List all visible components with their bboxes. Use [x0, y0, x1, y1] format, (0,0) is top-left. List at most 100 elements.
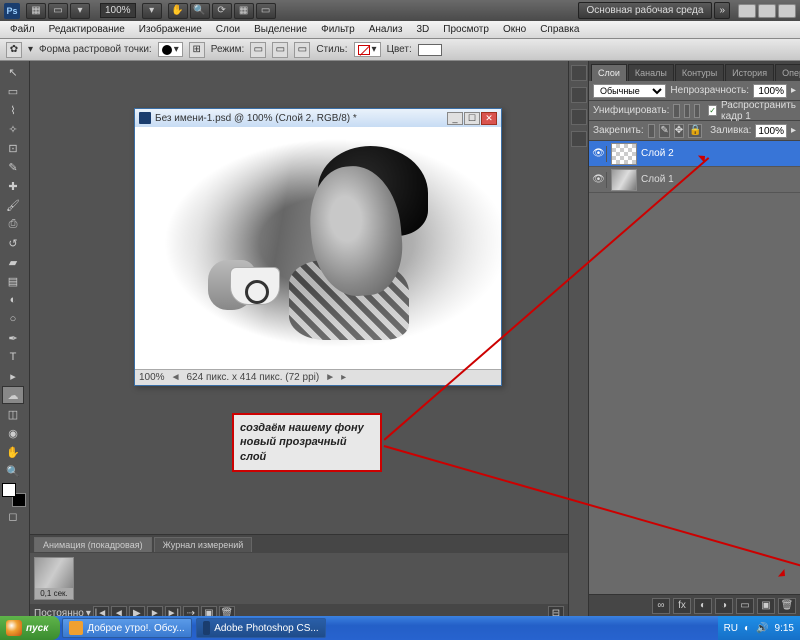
visibility-toggle[interactable]: 👁 — [591, 146, 607, 162]
color-panel-icon[interactable] — [571, 65, 587, 81]
menu-image[interactable]: Изображение — [133, 22, 208, 37]
menu-filter[interactable]: Фильтр — [315, 22, 361, 37]
visibility-toggle[interactable]: 👁 — [591, 172, 607, 188]
tab-layers[interactable]: Слои — [591, 64, 627, 81]
language-indicator[interactable]: RU — [724, 623, 738, 634]
eyedropper-tool[interactable]: ✎ — [2, 158, 24, 176]
arrange-docs-button[interactable]: ▦ — [234, 3, 254, 19]
brush-tool[interactable]: 🖌 — [2, 196, 24, 214]
status-menu-icon[interactable]: ▸ — [341, 372, 346, 383]
measurement-log-tab[interactable]: Журнал измерений — [154, 537, 253, 552]
zoom-tool-button[interactable]: 🔍 — [190, 3, 210, 19]
lock-position-icon[interactable]: ✥ — [674, 124, 684, 138]
taskbar-item-browser[interactable]: Доброе утро!. Обсу... — [62, 618, 191, 638]
move-tool[interactable]: ↖ — [2, 63, 24, 81]
adjustment-layer-button[interactable]: ◑ — [715, 598, 733, 614]
propagate-checkbox[interactable]: ✓ — [708, 105, 717, 116]
screen-mode-button[interactable]: ▭ — [256, 3, 276, 19]
start-button[interactable]: пуск — [0, 616, 60, 640]
animation-frame-1[interactable]: 0,1 сек. — [34, 557, 74, 600]
zoom-dropdown-icon[interactable]: ▾ — [142, 3, 162, 19]
view-extras-button[interactable]: ▾ — [70, 3, 90, 19]
stamp-tool[interactable]: ⎙ — [2, 215, 24, 233]
3d-tool[interactable]: ◫ — [2, 405, 24, 423]
layer-row[interactable]: 👁 Слой 1 — [589, 167, 800, 193]
zoom-tool[interactable]: 🔍 — [2, 462, 24, 480]
tray-icon[interactable]: 🔊 — [756, 623, 768, 634]
blur-tool[interactable]: ◐ — [2, 291, 24, 309]
menu-view[interactable]: Просмотр — [437, 22, 495, 37]
new-layer-button[interactable]: ▣ — [757, 598, 775, 614]
minimize-button[interactable] — [738, 4, 756, 18]
layer-style-button[interactable]: fx — [673, 598, 691, 614]
menu-help[interactable]: Справка — [534, 22, 585, 37]
style-picker[interactable]: ▾ — [354, 42, 381, 57]
pen-tool[interactable]: ✒ — [2, 329, 24, 347]
fill-input[interactable]: 100% — [755, 124, 787, 138]
clock[interactable]: 9:15 — [775, 623, 794, 634]
menu-layers[interactable]: Слои — [210, 22, 246, 37]
hand-tool-button[interactable]: ✋ — [168, 3, 188, 19]
menu-file[interactable]: Файл — [4, 22, 41, 37]
workspace-switcher[interactable]: Основная рабочая среда — [578, 2, 713, 19]
document-canvas[interactable] — [135, 127, 501, 369]
path-select-tool[interactable]: ▸ — [2, 367, 24, 385]
status-next-icon[interactable]: ► — [325, 372, 335, 383]
color-swatch[interactable] — [418, 44, 442, 56]
styles-panel-icon[interactable] — [571, 109, 587, 125]
menu-select[interactable]: Выделение — [248, 22, 313, 37]
quick-mask-tool[interactable]: ◻ — [2, 507, 24, 525]
unify-visibility-icon[interactable] — [684, 104, 690, 118]
tray-icon[interactable]: ◐ — [744, 623, 750, 634]
tab-history[interactable]: История — [725, 64, 774, 81]
workspace-more-button[interactable]: » — [714, 2, 730, 19]
animation-tab[interactable]: Анимация (покадровая) — [34, 537, 152, 552]
layer-name[interactable]: Слой 1 — [641, 174, 798, 185]
healing-tool[interactable]: ✚ — [2, 177, 24, 195]
blend-mode-select[interactable]: Обычные — [593, 84, 666, 98]
menu-window[interactable]: Окно — [497, 22, 532, 37]
zoom-level-display[interactable]: 100% — [100, 3, 136, 18]
dodge-tool[interactable]: ○ — [2, 310, 24, 328]
doc-minimize-button[interactable]: _ — [447, 112, 463, 125]
menu-edit[interactable]: Редактирование — [43, 22, 131, 37]
brush-shape-picker[interactable]: ▾ — [158, 42, 183, 57]
close-button[interactable] — [778, 4, 796, 18]
unify-position-icon[interactable] — [673, 104, 679, 118]
maximize-button[interactable] — [758, 4, 776, 18]
adjustments-panel-icon[interactable] — [571, 131, 587, 147]
3d-camera-tool[interactable]: ◉ — [2, 424, 24, 442]
rotate-view-button[interactable]: ⟳ — [212, 3, 232, 19]
layer-group-button[interactable]: ▭ — [736, 598, 754, 614]
history-brush-tool[interactable]: ↺ — [2, 234, 24, 252]
bridge-button[interactable]: ▦ — [26, 3, 46, 19]
tab-actions[interactable]: Операции — [775, 64, 800, 81]
doc-zoom-value[interactable]: 100% — [139, 372, 165, 383]
lock-pixels-icon[interactable]: ✎ — [659, 124, 669, 138]
tab-paths[interactable]: Контуры — [675, 64, 724, 81]
menu-analysis[interactable]: Анализ — [363, 22, 409, 37]
delete-layer-button[interactable]: 🗑 — [778, 598, 796, 614]
shape-tool[interactable]: ☁ — [2, 386, 24, 404]
gradient-tool[interactable]: ▤ — [2, 272, 24, 290]
frame-duration[interactable]: 0,1 сек. — [35, 588, 73, 599]
color-picker[interactable] — [2, 483, 26, 507]
taskbar-item-photoshop[interactable]: Adobe Photoshop CS... — [196, 618, 326, 638]
doc-maximize-button[interactable]: ☐ — [464, 112, 480, 125]
lock-all-icon[interactable]: 🔒 — [688, 124, 702, 138]
eraser-tool[interactable]: ▰ — [2, 253, 24, 271]
layer-thumbnail[interactable] — [611, 143, 637, 165]
layer-row-selected[interactable]: 👁 Слой 2 — [589, 141, 800, 167]
foreground-color[interactable] — [2, 483, 16, 497]
unify-style-icon[interactable] — [694, 104, 700, 118]
status-prev-icon[interactable]: ◄ — [171, 372, 181, 383]
document-titlebar[interactable]: Без имени-1.psd @ 100% (Слой 2, RGB/8) *… — [135, 109, 501, 127]
tab-channels[interactable]: Каналы — [628, 64, 674, 81]
crop-tool[interactable]: ⊡ — [2, 139, 24, 157]
quick-select-tool[interactable]: ✧ — [2, 120, 24, 138]
brush-panel-icon[interactable]: ⊞ — [189, 42, 205, 58]
lasso-tool[interactable]: ⌇ — [2, 101, 24, 119]
menu-3d[interactable]: 3D — [410, 22, 435, 37]
link-layers-button[interactable]: ∞ — [652, 598, 670, 614]
marquee-tool[interactable]: ▭ — [2, 82, 24, 100]
